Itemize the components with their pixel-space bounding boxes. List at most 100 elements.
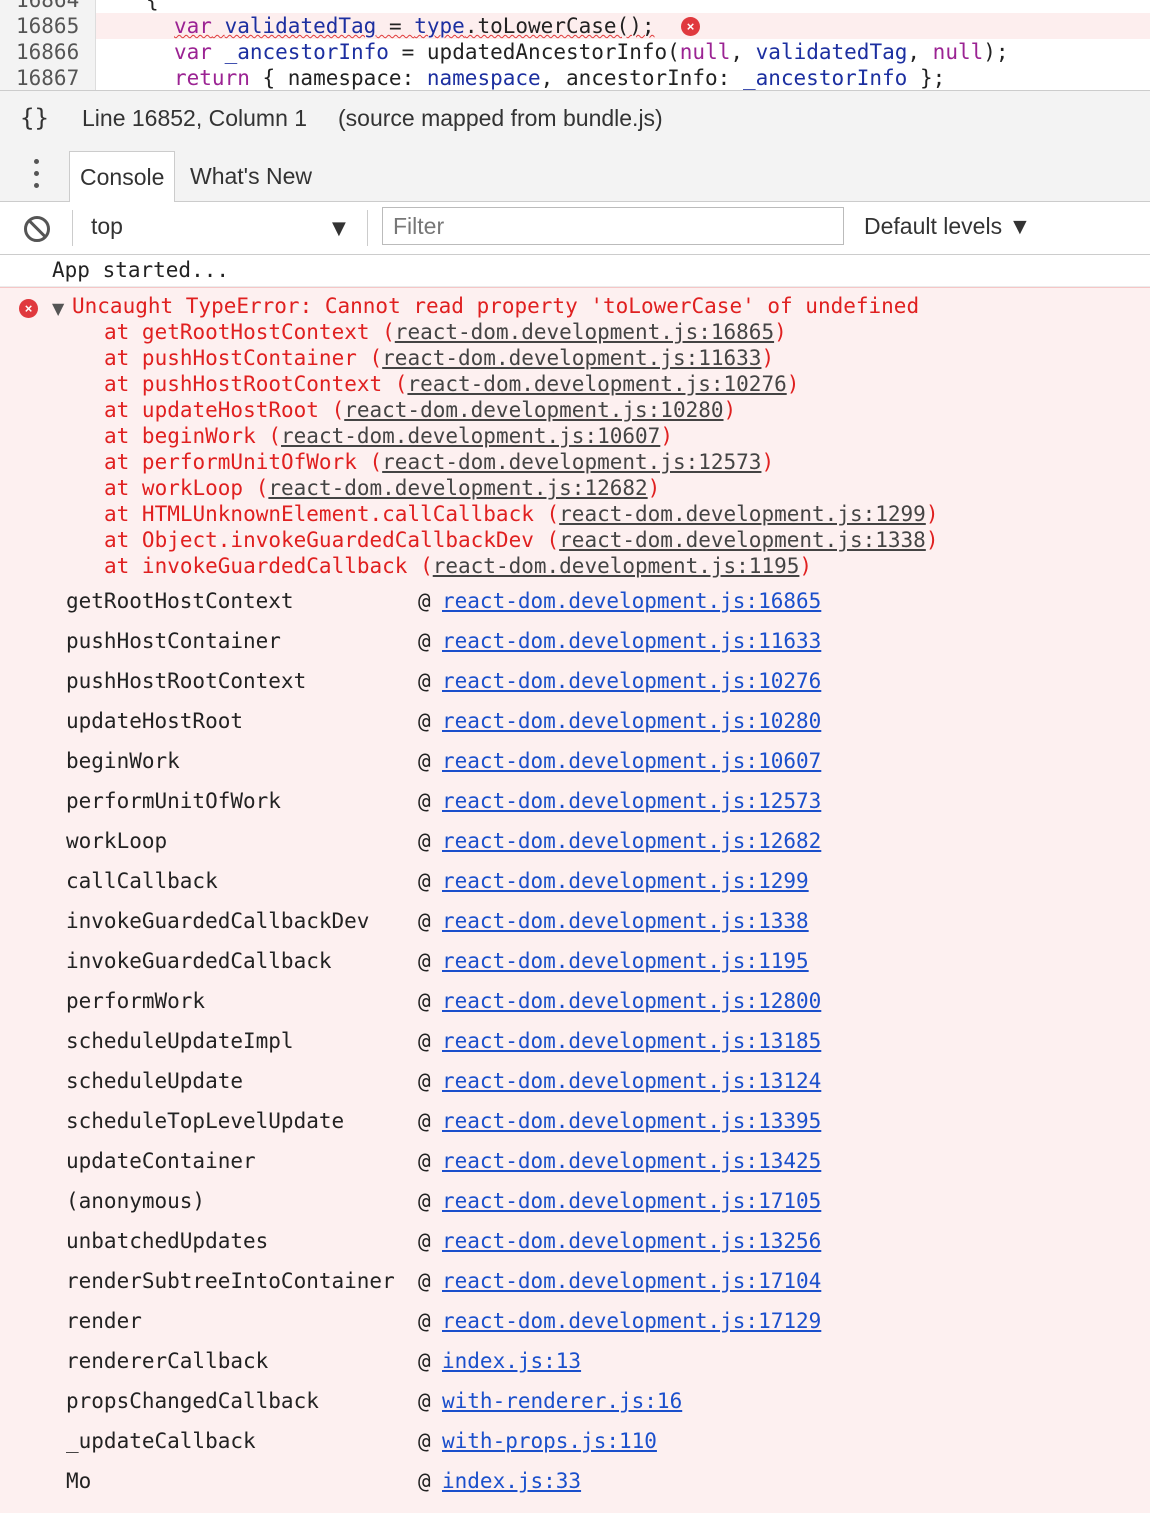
trace-line: at workLoop (react-dom.development.js:12… [104, 476, 660, 502]
trace-location-link[interactable]: react-dom.development.js:1299 [559, 502, 926, 526]
console-output: App started... × ▼ Uncaught TypeError: C… [0, 255, 1150, 1513]
expand-triangle-icon[interactable]: ▼ [52, 299, 64, 318]
trace-location-link[interactable]: react-dom.development.js:16865 [395, 320, 774, 344]
trace-location-link[interactable]: react-dom.development.js:1338 [559, 528, 926, 552]
stack-source-link[interactable]: react-dom.development.js:13185 [442, 1029, 821, 1053]
stack-at-symbol: @ [418, 1229, 431, 1253]
stack-source-link[interactable]: index.js:13 [442, 1349, 581, 1373]
stack-source-link[interactable]: react-dom.development.js:1338 [442, 909, 809, 933]
stack-frame-row: updateHostRoot @ react-dom.development.js:… [0, 703, 1150, 743]
stack-source-link[interactable]: react-dom.development.js:12682 [442, 829, 821, 853]
stack-frame-row: scheduleUpdateImpl @ react-dom.development… [0, 1023, 1150, 1063]
code-text-part: }; [907, 66, 946, 90]
source-map-info[interactable]: (source mapped from bundle.js) [338, 105, 663, 132]
code-keyword: null [932, 40, 984, 64]
stack-function-name: render [66, 1309, 142, 1333]
stack-source-link[interactable]: react-dom.development.js:13395 [442, 1109, 821, 1133]
trace-fn: at Object.invokeGuardedCallbackDev ( [104, 528, 560, 552]
drawer-menu-icon[interactable] [26, 157, 46, 191]
stack-source-link[interactable]: react-dom.development.js:17104 [442, 1269, 821, 1293]
stack-source-link[interactable]: react-dom.development.js:17105 [442, 1189, 821, 1213]
toolbar-divider [72, 210, 73, 246]
stack-function-name: unbatchedUpdates [66, 1229, 269, 1253]
stack-frame-row: unbatchedUpdates @ react-dom.development.j… [0, 1223, 1150, 1263]
code-text: var validatedTag = type.toLowerCase(); [174, 13, 654, 39]
stack-source-link[interactable]: react-dom.development.js:13425 [442, 1149, 821, 1173]
trace-fn: at workLoop ( [104, 476, 269, 500]
trace-location-link[interactable]: react-dom.development.js:10607 [281, 424, 660, 448]
tab-console[interactable]: Console [69, 151, 176, 202]
code-identifier: validatedTag [224, 14, 377, 38]
stack-at-symbol: @ [418, 669, 431, 693]
stack-frame-row: renderSubtreeIntoContainer @ react-dom.dev… [0, 1263, 1150, 1303]
trace-line: at performUnitOfWork (react-dom.developm… [104, 450, 774, 476]
line-number: 16866 [16, 40, 80, 64]
stack-at-symbol: @ [418, 829, 431, 853]
chevron-down-icon[interactable]: ▼ [332, 218, 346, 239]
tab-whats-new[interactable]: What's New [180, 151, 322, 201]
trace-location-link[interactable]: react-dom.development.js:11633 [382, 346, 761, 370]
stack-source-link[interactable]: with-props.js:110 [442, 1429, 657, 1453]
stack-source-link[interactable]: react-dom.development.js:11633 [442, 629, 821, 653]
trace-fn: at HTMLUnknownElement.callCallback ( [104, 502, 560, 526]
trace-location-link[interactable]: react-dom.development.js:12682 [268, 476, 647, 500]
trace-line: at HTMLUnknownElement.callCallback (reac… [104, 502, 938, 528]
stack-at-symbol: @ [418, 1069, 431, 1093]
stack-frame-row: propsChangedCallback @ with-renderer.js:16 [0, 1383, 1150, 1423]
trace-end: ) [761, 450, 775, 474]
code-keyword: return [174, 66, 250, 90]
stack-at-symbol: @ [418, 1389, 431, 1413]
clear-console-icon[interactable] [24, 216, 50, 242]
pretty-print-icon[interactable]: {} [20, 104, 49, 132]
trace-end: ) [925, 528, 939, 552]
context-selector[interactable]: top [91, 213, 123, 240]
stack-source-link[interactable]: react-dom.development.js:10607 [442, 749, 821, 773]
stack-function-name: (anonymous) [66, 1189, 206, 1213]
source-editor[interactable]: 16864 { 16865 var validatedTag = type.to… [0, 0, 1150, 90]
cursor-position: Line 16852, Column 1 [82, 105, 308, 131]
stack-source-link[interactable]: react-dom.development.js:1195 [442, 949, 809, 973]
trace-fn: at updateHostRoot ( [104, 398, 345, 422]
stack-source-link[interactable]: react-dom.development.js:17129 [442, 1309, 821, 1333]
line-number: 16865 [16, 14, 80, 38]
stack-at-symbol: @ [418, 1029, 431, 1053]
stack-source-link[interactable]: react-dom.development.js:1299 [442, 869, 809, 893]
stack-function-name: callCallback [66, 869, 218, 893]
log-levels-dropdown[interactable]: Default levels ▼ [864, 213, 1031, 240]
trace-location-link[interactable]: react-dom.development.js:10280 [344, 398, 723, 422]
stack-frame-row: performWork @ react-dom.development.js:128… [0, 983, 1150, 1023]
error-title: Uncaught TypeError: Cannot read property… [72, 294, 920, 318]
code-text-part: { namespace: [249, 66, 427, 90]
stack-source-link[interactable]: react-dom.development.js:13124 [442, 1069, 821, 1093]
trace-location-link[interactable]: react-dom.development.js:12573 [382, 450, 761, 474]
trace-end: ) [723, 398, 737, 422]
stack-source-link[interactable]: with-renderer.js:16 [442, 1389, 682, 1413]
stack-at-symbol: @ [418, 1309, 431, 1333]
trace-fn: at pushHostContainer ( [104, 346, 383, 370]
stack-at-symbol: @ [418, 1189, 431, 1213]
stack-function-name: rendererCallback [66, 1349, 269, 1373]
stack-at-symbol: @ [418, 629, 431, 653]
stack-source-link[interactable]: react-dom.development.js:10276 [442, 669, 821, 693]
stack-source-link[interactable]: index.js:33 [442, 1469, 581, 1493]
code-identifier: validatedTag [755, 40, 908, 64]
stack-source-link[interactable]: react-dom.development.js:16865 [442, 589, 821, 613]
source-line: 16866 var _ancestorInfo = updatedAncesto… [0, 39, 1150, 65]
error-marker-icon[interactable]: × [681, 17, 700, 36]
filter-input[interactable] [382, 207, 844, 245]
stack-function-name: scheduleUpdateImpl [66, 1029, 294, 1053]
trace-end: ) [761, 346, 775, 370]
stack-function-name: Mo [66, 1469, 92, 1493]
stack-source-link[interactable]: react-dom.development.js:12800 [442, 989, 821, 1013]
stack-function-name: invokeGuardedCallback [66, 949, 332, 973]
code-identifier: namespace [426, 66, 541, 90]
stack-frame-row: beginWork @ react-dom.development.js:10607 [0, 743, 1150, 783]
trace-location-link[interactable]: react-dom.development.js:1195 [433, 554, 800, 578]
stack-source-link[interactable]: react-dom.development.js:13256 [442, 1229, 821, 1253]
code-text-part: , ancestorInfo: [540, 66, 743, 90]
trace-location-link[interactable]: react-dom.development.js:10276 [407, 372, 786, 396]
trace-line: at pushHostRootContext (react-dom.develo… [104, 372, 799, 398]
stack-source-link[interactable]: react-dom.development.js:12573 [442, 789, 821, 813]
trace-end: ) [647, 476, 661, 500]
stack-source-link[interactable]: react-dom.development.js:10280 [442, 709, 821, 733]
